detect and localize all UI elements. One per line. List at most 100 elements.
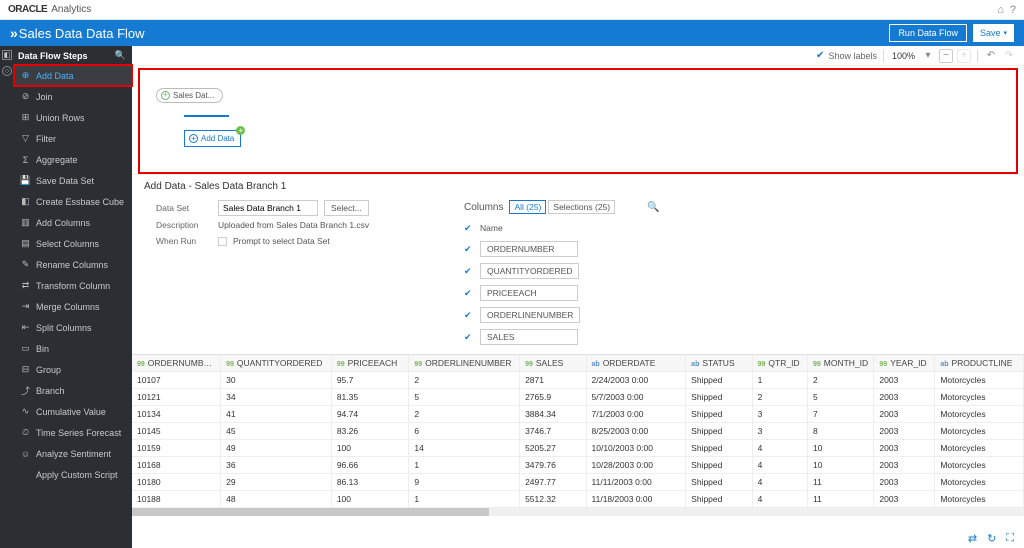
sidebar-item-select-columns[interactable]: ▤Select Columns [14, 233, 132, 254]
expand-grid-icon[interactable]: ⛶ [1006, 532, 1014, 545]
table-cell: 94.74 [331, 406, 409, 423]
sidebar-item-add-columns[interactable]: ▥Add Columns [14, 212, 132, 233]
filter-grid-icon[interactable]: ⇄ [968, 532, 977, 545]
column-item[interactable]: ✔QUANTITYORDERED [464, 260, 1000, 282]
column-header[interactable]: 99ORDERNUMBER [132, 355, 221, 372]
table-cell: Shipped [686, 440, 752, 457]
aggregate-icon: Σ [20, 154, 31, 165]
table-cell: 11 [807, 474, 873, 491]
zoom-value[interactable]: 100% [890, 51, 917, 61]
show-labels-check-icon[interactable]: ✔ [816, 50, 824, 61]
union-rows-icon: ⊞ [20, 112, 31, 123]
column-item[interactable]: ✔ORDERLINENUMBER [464, 304, 1000, 326]
filter-icon: ▽ [20, 133, 31, 144]
column-item[interactable]: ✔ORDERNUMBER [464, 238, 1000, 260]
redo-button[interactable]: ↷ [1002, 49, 1016, 63]
sidebar-item-group[interactable]: ⊟Group [14, 359, 132, 380]
home-icon[interactable]: ⌂ [997, 4, 1004, 16]
sidebar-item-aggregate[interactable]: ΣAggregate [14, 149, 132, 170]
table-cell: 1 [409, 491, 520, 508]
sidebar-item-split-columns[interactable]: ⇤Split Columns [14, 317, 132, 338]
sidebar-item-bin[interactable]: ▭Bin [14, 338, 132, 359]
table-row[interactable]: 101802986.1392497.7711/11/2003 0:00Shipp… [132, 474, 1024, 491]
sidebar-item-analyze-sentiment[interactable]: ☺Analyze Sentiment [14, 443, 132, 464]
table-cell: 1 [409, 457, 520, 474]
time-series-forecast-icon: ⏲ [20, 427, 31, 438]
column-header[interactable]: 99QUANTITYORDERED [221, 355, 332, 372]
sidebar-item-join[interactable]: ⊘Join [14, 86, 132, 107]
table-cell: 2003 [874, 491, 935, 508]
flow-canvas[interactable]: Sales Dat... Add Data + [138, 68, 1018, 174]
sidebar-item-time-series-forecast[interactable]: ⏲Time Series Forecast [14, 422, 132, 443]
table-cell: 36 [221, 457, 332, 474]
sidebar-item-rename-columns[interactable]: ✎Rename Columns [14, 254, 132, 275]
rail-steps-icon[interactable]: ◧ [2, 50, 12, 60]
horizontal-scrollbar[interactable] [132, 508, 1024, 516]
content: ✔ Show labels 100% ▾ − + ↶ ↷ Sales Dat..… [132, 46, 1024, 548]
sidebar-item-merge-columns[interactable]: ⇥Merge Columns [14, 296, 132, 317]
column-header[interactable]: 99PRICEEACH [331, 355, 409, 372]
sidebar-item-apply-custom-script[interactable]: Apply Custom Script [14, 464, 132, 485]
columns-tab-selections[interactable]: Selections (25) [548, 200, 615, 214]
sidebar-item-create-essbase-cube[interactable]: ◧Create Essbase Cube [14, 191, 132, 212]
sidebar-item-union-rows[interactable]: ⊞Union Rows [14, 107, 132, 128]
columns-search-icon[interactable]: 🔍 [647, 202, 659, 213]
sidebar-item-transform-column[interactable]: ⇄Transform Column [14, 275, 132, 296]
table-row[interactable]: 101454583.2663746.78/25/2003 0:00Shipped… [132, 423, 1024, 440]
save-data-set-icon: 💾 [20, 175, 31, 186]
sidebar-item-label: Branch [36, 386, 65, 396]
refresh-grid-icon[interactable]: ↻ [987, 532, 996, 545]
table-row[interactable]: 101213481.3552765.95/7/2003 0:00Shipped2… [132, 389, 1024, 406]
column-header[interactable]: abPRODUCTLINE [935, 355, 1024, 372]
sidebar-item-filter[interactable]: ▽Filter [14, 128, 132, 149]
help-icon[interactable]: ? [1010, 4, 1016, 16]
prompt-checkbox[interactable] [218, 237, 227, 246]
table-row[interactable]: 101683696.6613479.7610/28/2003 0:00Shipp… [132, 457, 1024, 474]
bin-icon: ▭ [20, 343, 31, 354]
sidebar-item-cumulative-value[interactable]: ∿Cumulative Value [14, 401, 132, 422]
run-data-flow-button[interactable]: Run Data Flow [889, 24, 967, 42]
save-button[interactable]: Save [973, 24, 1014, 42]
dataset-input[interactable] [218, 200, 318, 216]
back-chevrons-icon[interactable]: » [10, 25, 15, 41]
rail-data-icon[interactable]: ○ [2, 66, 12, 76]
node-add-data[interactable]: Add Data + [184, 130, 241, 147]
table-row[interactable]: 1015949100145205.2710/10/2003 0:00Shippe… [132, 440, 1024, 457]
number-type-icon: 99 [337, 361, 345, 368]
table-cell: 4 [752, 491, 807, 508]
table-row[interactable]: 101884810015512.3211/18/2003 0:00Shipped… [132, 491, 1024, 508]
column-item[interactable]: ✔SALES [464, 326, 1000, 348]
brand-sub: Analytics [51, 4, 91, 15]
table-cell: 4 [752, 440, 807, 457]
sidebar-search-icon[interactable]: 🔍 [115, 50, 126, 61]
data-grid[interactable]: 99ORDERNUMBER99QUANTITYORDERED99PRICEEAC… [132, 354, 1024, 548]
zoom-out-button[interactable]: − [939, 49, 953, 63]
table-row[interactable]: 101073095.7228712/24/2003 0:00Shipped122… [132, 372, 1024, 389]
column-header[interactable]: 99MONTH_ID [807, 355, 873, 372]
sidebar-item-branch[interactable]: ⤴Branch [14, 380, 132, 401]
sidebar-item-save-data-set[interactable]: 💾Save Data Set [14, 170, 132, 191]
column-header[interactable]: abORDERDATE [586, 355, 686, 372]
column-header[interactable]: abSTATUS [686, 355, 752, 372]
zoom-dropdown-icon[interactable]: ▾ [921, 49, 935, 63]
node-source[interactable]: Sales Dat... [156, 88, 223, 103]
column-header[interactable]: 99SALES [520, 355, 586, 372]
table-cell: 100 [331, 491, 409, 508]
undo-button[interactable]: ↶ [984, 49, 998, 63]
dataset-select-button[interactable]: Select... [324, 200, 369, 216]
columns-tab-all[interactable]: All (25) [509, 200, 546, 214]
table-cell: Motorcycles [935, 491, 1024, 508]
show-labels-label[interactable]: Show labels [828, 51, 877, 61]
zoom-in-button[interactable]: + [957, 49, 971, 63]
column-item[interactable]: ✔Name [464, 218, 1000, 238]
sidebar-item-add-data[interactable]: ⊕Add Data [14, 65, 132, 86]
column-header[interactable]: 99ORDERLINENUMBER [409, 355, 520, 372]
table-cell: 1 [752, 372, 807, 389]
table-row[interactable]: 101344194.7423884.347/1/2003 0:00Shipped… [132, 406, 1024, 423]
table-cell: 5512.32 [520, 491, 586, 508]
config-heading: Add Data - Sales Data Branch 1 [144, 181, 1012, 192]
column-header[interactable]: 99QTR_ID [752, 355, 807, 372]
column-item[interactable]: ✔PRICEEACH [464, 282, 1000, 304]
column-header[interactable]: 99YEAR_ID [874, 355, 935, 372]
table-cell: 7 [807, 406, 873, 423]
